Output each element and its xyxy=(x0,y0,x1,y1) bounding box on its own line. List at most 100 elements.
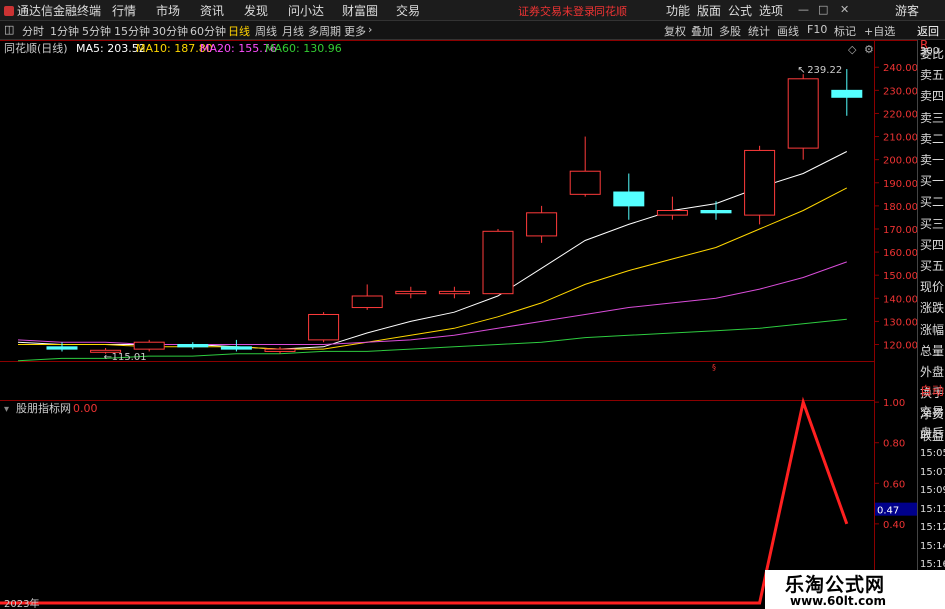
indicator-polyline xyxy=(0,396,849,605)
candle-body xyxy=(308,313,340,341)
price-tick-label: 230.00 xyxy=(883,86,917,97)
side-item[interactable]: 涨跌 xyxy=(920,299,944,316)
side-time-item[interactable]: 15:12 xyxy=(920,522,945,533)
side-item[interactable]: 买二 xyxy=(920,193,944,210)
candle-body xyxy=(177,344,209,348)
year-label: 2023年 xyxy=(4,597,39,609)
menu-item-formula[interactable]: 公式 xyxy=(728,2,752,19)
candle-body xyxy=(787,78,819,149)
indicator-menu-icon[interactable]: ▾ xyxy=(4,404,9,415)
add-watchlist-button[interactable]: +自选 xyxy=(864,23,895,39)
side-item[interactable]: 卖二 xyxy=(920,130,944,147)
candle-body xyxy=(700,210,732,214)
side-item[interactable]: 涨幅 xyxy=(920,321,944,338)
current-stock-name: 同花顺 xyxy=(594,5,627,18)
side-item[interactable]: 卖五 xyxy=(920,66,944,83)
ma-lines xyxy=(17,151,848,362)
period-tab-intraday[interactable]: 分时 xyxy=(22,23,44,39)
period-tab-daily[interactable]: 日线 xyxy=(228,23,250,39)
period-tab-multi[interactable]: 多周期 xyxy=(308,23,341,39)
ma5-line xyxy=(17,151,848,350)
panel-toggle-icon[interactable]: ◫ xyxy=(4,23,14,36)
candle-body xyxy=(264,348,296,352)
side-time-item[interactable]: 15:16 xyxy=(920,559,945,570)
side-item[interactable]: 卖三 xyxy=(920,109,944,126)
side-lower-item[interactable]: 自动 xyxy=(920,382,944,399)
maximize-icon[interactable]: □ xyxy=(818,3,828,16)
period-tab-1min[interactable]: 1分钟 xyxy=(50,23,79,39)
app-title: 通达信金融终端 xyxy=(4,2,101,19)
chart-grid: § xyxy=(0,40,917,609)
overlay-button[interactable]: 叠加 xyxy=(691,23,713,39)
mark-button[interactable]: 标记 xyxy=(834,23,856,39)
menu-item-quotes[interactable]: 行情 xyxy=(112,2,136,19)
side-item[interactable]: 卖四 xyxy=(920,87,944,104)
side-lower-item[interactable]: 交易 xyxy=(920,403,944,420)
statistics-button[interactable]: 统计 xyxy=(748,23,770,39)
period-tab-15min[interactable]: 15分钟 xyxy=(114,23,150,39)
menu-item-discover[interactable]: 发现 xyxy=(244,2,268,19)
side-time-item[interactable]: 15:14 xyxy=(920,541,945,552)
indicator-value: 0.00 xyxy=(73,402,98,415)
diamond-icon[interactable]: ◇ xyxy=(848,43,857,56)
menu-item-options[interactable]: 选项 xyxy=(759,2,783,19)
period-tab-weekly[interactable]: 周线 xyxy=(255,23,277,39)
side-item[interactable]: 外盘 xyxy=(920,363,944,380)
menu-item-market[interactable]: 市场 xyxy=(156,2,180,19)
multi-stock-button[interactable]: 多股 xyxy=(719,23,741,39)
low-price-annotation: 115.01 xyxy=(112,352,147,363)
app-logo-icon xyxy=(4,6,14,16)
side-time-item[interactable]: 15:11 xyxy=(920,504,945,515)
side-item[interactable]: 买四 xyxy=(920,236,944,253)
side-time-item[interactable]: 15:09 xyxy=(920,485,945,496)
side-item[interactable]: 现价 xyxy=(920,278,944,295)
candle-body xyxy=(395,290,427,295)
candle-body xyxy=(133,341,165,350)
menu-item-layout[interactable]: 版面 xyxy=(697,2,721,19)
side-item[interactable]: 总量 xyxy=(920,342,944,359)
price-tick-label: 210.00 xyxy=(883,133,917,144)
menu-item-news[interactable]: 资讯 xyxy=(200,2,224,19)
menu-item-wenxiaoda[interactable]: 问小达 xyxy=(288,2,324,19)
period-tab-5min[interactable]: 5分钟 xyxy=(82,23,111,39)
price-tick-label: 180.00 xyxy=(883,202,917,213)
watermark-logo: 乐淘公式网 www.60lt.com xyxy=(765,570,945,609)
menu-item-function[interactable]: 功能 xyxy=(666,2,690,19)
side-time-item[interactable]: 15:05 xyxy=(920,448,945,459)
low-arrow-icon: ← xyxy=(104,352,112,363)
guest-user[interactable]: 游客 xyxy=(895,2,919,19)
price-tick-label: 160.00 xyxy=(883,248,917,259)
period-tab-monthly[interactable]: 月线 xyxy=(282,23,304,39)
side-item[interactable]: 委比 xyxy=(920,45,944,62)
side-item[interactable]: 买五 xyxy=(920,257,944,274)
gear-icon[interactable]: ⚙ xyxy=(864,43,874,56)
side-time-item[interactable]: 15:07 xyxy=(920,467,945,478)
menu-item-wealth[interactable]: 财富圈 xyxy=(342,2,378,19)
watermark-line1: 乐淘公式网 xyxy=(785,574,886,596)
price-tick-label: 150.00 xyxy=(883,271,917,282)
login-status[interactable]: 证券交易未登录 xyxy=(518,3,595,19)
adjust-button[interactable]: 复权 xyxy=(664,23,686,39)
draw-line-button[interactable]: 画线 xyxy=(777,23,799,39)
period-tab-more[interactable]: 更多 xyxy=(344,23,366,39)
price-tick-label: 170.00 xyxy=(883,225,917,236)
period-tab-30min[interactable]: 30分钟 xyxy=(152,23,188,39)
quote-side-panel: R 300 委比 卖五 卖四 卖三 卖二 卖一 买一 买二 买三 买四 买五 现价 涨跌 涨幅 总量 外盘 换手 净资… xyxy=(917,38,945,609)
back-button[interactable]: 返回 xyxy=(917,23,939,39)
price-tick-label: 140.00 xyxy=(883,294,917,305)
f10-button[interactable]: F10 xyxy=(807,23,827,36)
side-item[interactable]: 卖一 xyxy=(920,151,944,168)
candle-body xyxy=(438,290,470,295)
side-lower-item[interactable]: 盘后 xyxy=(920,424,944,441)
kline-chart[interactable]: § 同花顺(日线) MA5: 203.52 MA10: 187.80 MA20:… xyxy=(0,40,917,609)
period-tab-60min[interactable]: 60分钟 xyxy=(190,23,226,39)
minimize-icon[interactable]: — xyxy=(798,3,809,16)
side-item[interactable]: 买一 xyxy=(920,172,944,189)
side-item[interactable]: 买三 xyxy=(920,215,944,232)
menu-bar: 通达信金融终端 行情 市场 资讯 发现 问小达 财富圈 交易 证券交易未登录 同… xyxy=(0,0,945,21)
menu-item-trade[interactable]: 交易 xyxy=(396,2,420,19)
chevron-right-icon[interactable]: › xyxy=(368,23,372,36)
indicator-line xyxy=(0,396,849,605)
price-tick-label: 200.00 xyxy=(883,156,917,167)
close-icon[interactable]: ✕ xyxy=(840,3,849,16)
